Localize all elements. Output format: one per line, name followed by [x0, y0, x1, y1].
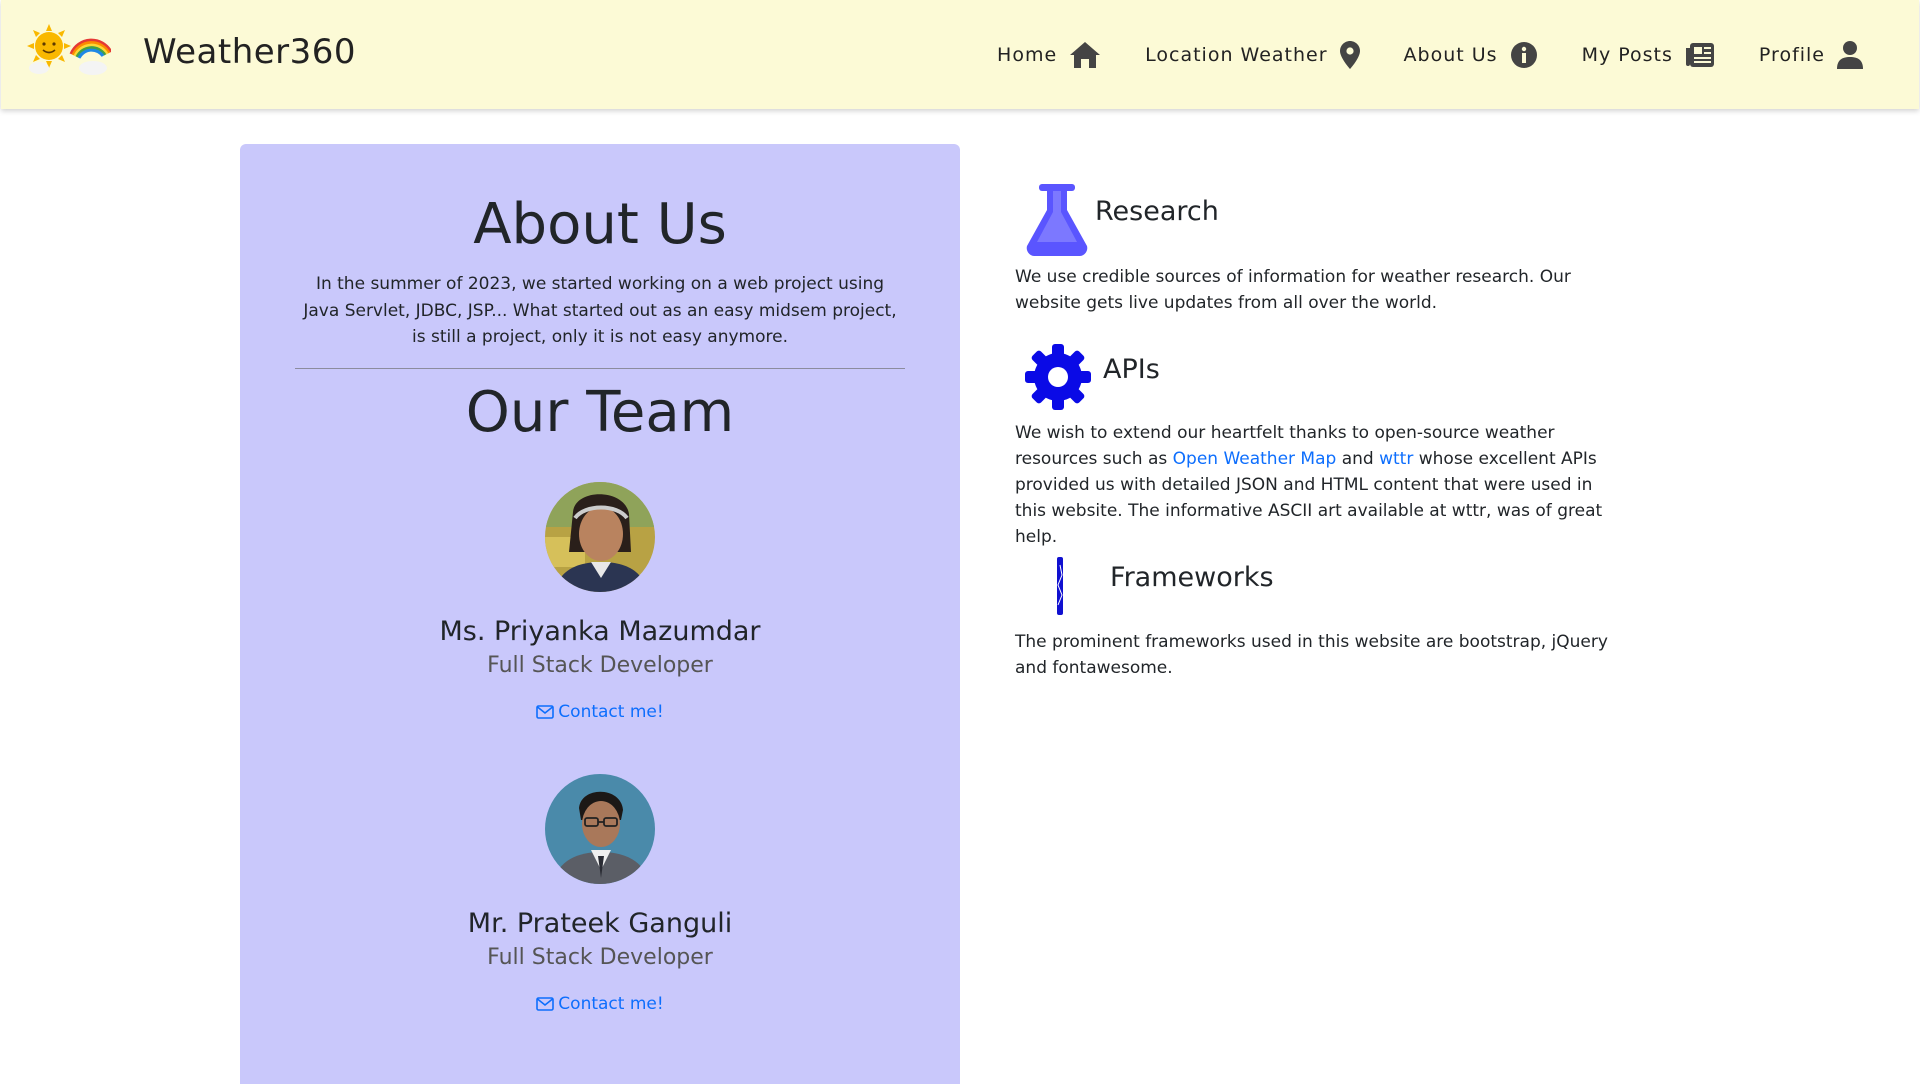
weather-logo-icon[interactable] — [27, 20, 113, 76]
open-weather-map-link[interactable]: Open Weather Map — [1173, 449, 1337, 469]
member-role: Full Stack Developer — [487, 945, 713, 970]
nav-location-weather[interactable]: Location Weather — [1123, 0, 1381, 109]
about-title: About Us — [473, 192, 727, 257]
user-icon — [1837, 40, 1863, 69]
nav-menu: Home Location Weather About Us My Posts — [975, 0, 1919, 109]
nav-my-posts[interactable]: My Posts — [1560, 0, 1737, 109]
nav-profile-label: Profile — [1758, 43, 1825, 66]
location-pin-icon — [1339, 40, 1360, 69]
envelope-icon — [536, 997, 555, 1011]
avatar — [545, 482, 655, 592]
home-icon — [1070, 41, 1101, 68]
nav-location-label: Location Weather — [1145, 43, 1328, 66]
nav-home-label: Home — [997, 43, 1058, 66]
member-role: Full Stack Developer — [487, 653, 713, 678]
nav-profile[interactable]: Profile — [1737, 0, 1919, 109]
nav-home[interactable]: Home — [975, 0, 1123, 109]
member-name: Ms. Priyanka Mazumdar — [439, 616, 761, 647]
wttr-link[interactable]: wttr — [1379, 449, 1413, 469]
about-card: About Us In the summer of 2023, we start… — [240, 144, 960, 1084]
contact-link[interactable]: Contact me! — [536, 994, 664, 1014]
contact-link[interactable]: Contact me! — [536, 702, 664, 722]
apis-section: APIs We wish to extend our heartfelt tha… — [1015, 340, 1625, 550]
avatar — [545, 774, 655, 884]
team-member-card: Mr. Prateek Ganguli Full Stack Developer… — [240, 774, 960, 1015]
apis-text-part: and — [1341, 449, 1374, 469]
brand-name[interactable]: Weather360 — [143, 32, 356, 72]
contact-link-label: Contact me! — [558, 702, 664, 722]
nav-about-us[interactable]: About Us — [1382, 0, 1560, 109]
frameworks-title: Frameworks — [1110, 562, 1274, 593]
frameworks-text: The prominent frameworks used in this we… — [1015, 632, 1608, 678]
navbar: Weather360 Home Location Weather About U… — [1, 0, 1919, 109]
envelope-icon — [536, 705, 555, 719]
gear-icon — [1025, 344, 1091, 410]
contact-link-label: Contact me! — [558, 994, 664, 1014]
about-intro: In the summer of 2023, we started workin… — [303, 274, 897, 347]
divider — [295, 368, 905, 369]
newspaper-icon — [1685, 42, 1714, 67]
frameworks-icon — [1057, 557, 1063, 615]
member-name: Mr. Prateek Ganguli — [467, 908, 733, 939]
flask-icon — [1026, 184, 1088, 256]
team-member-card: Ms. Priyanka Mazumdar Full Stack Develop… — [240, 482, 960, 723]
info-circle-icon — [1510, 41, 1537, 68]
apis-text: We wish to extend our heartfelt thanks t… — [1015, 420, 1625, 550]
research-section: Research We use credible sources of info… — [1015, 182, 1625, 316]
frameworks-section: Frameworks The prominent frameworks used… — [1015, 552, 1625, 681]
nav-about-label: About Us — [1403, 43, 1498, 66]
team-title: Our Team — [465, 380, 735, 445]
nav-posts-label: My Posts — [1581, 43, 1673, 66]
apis-title: APIs — [1103, 354, 1160, 385]
research-text: We use credible sources of information f… — [1015, 267, 1571, 313]
research-title: Research — [1095, 196, 1219, 227]
